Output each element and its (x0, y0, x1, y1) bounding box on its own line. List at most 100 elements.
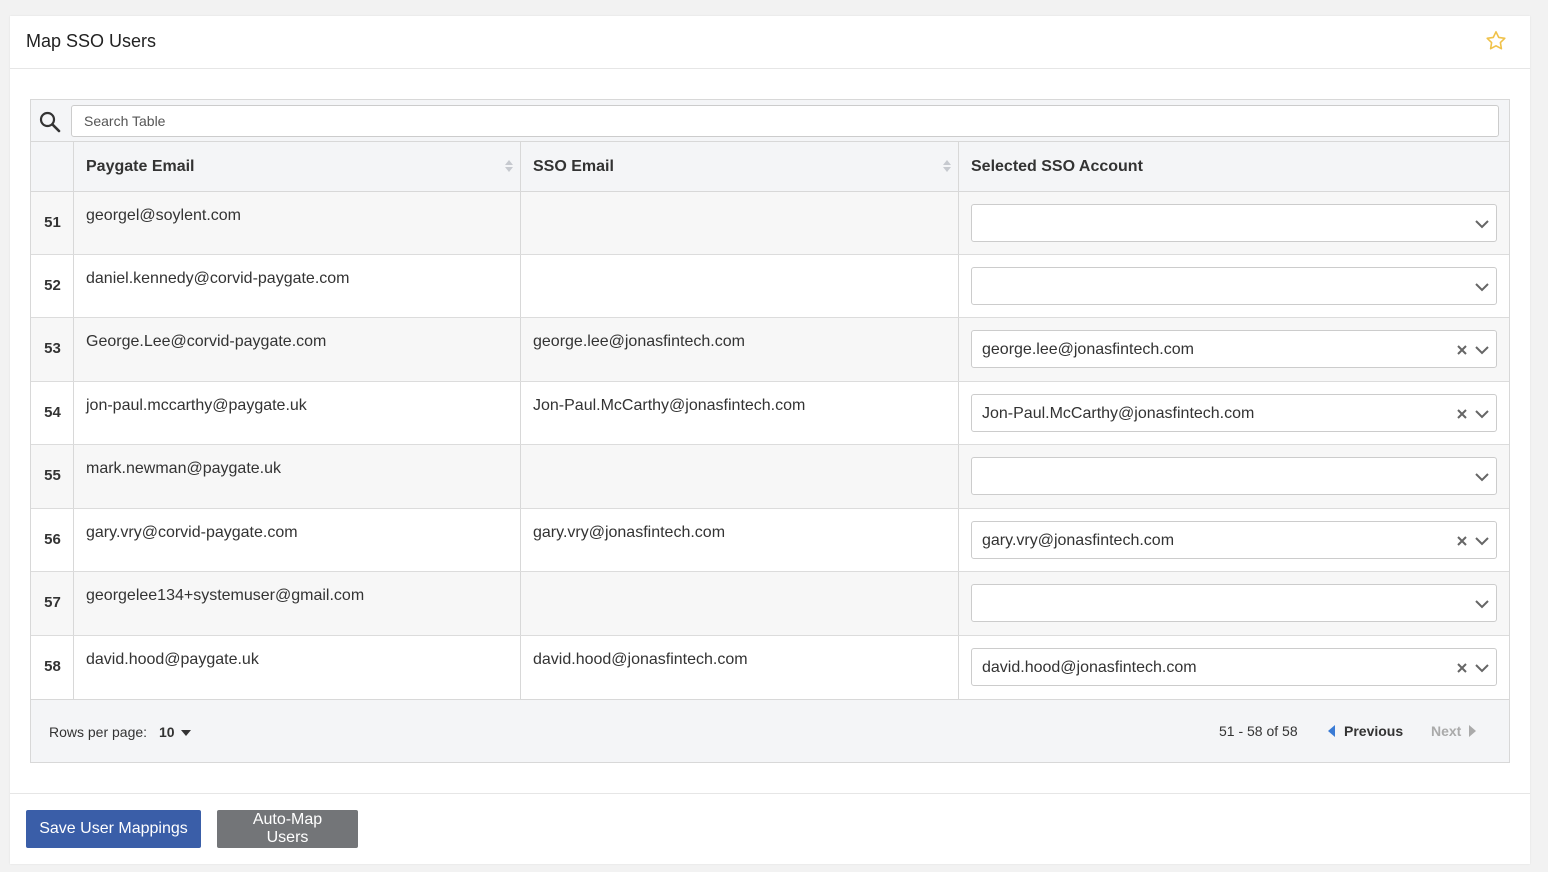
paygate-email-cell: georgel@soylent.com (74, 192, 521, 254)
paygate-email-cell: daniel.kennedy@corvid-paygate.com (74, 255, 521, 317)
column-header-paygate-email[interactable]: Paygate Email (74, 142, 521, 191)
table-row: 56 gary.vry@corvid-paygate.com gary.vry@… (31, 509, 1509, 572)
row-index-cell: 54 (31, 382, 74, 444)
selected-sso-cell: david.hood@jonasfintech.com (959, 636, 1509, 699)
table-pagination: Rows per page: 10 51 - 58 of 58 Previous… (31, 699, 1509, 762)
sort-icon[interactable] (942, 159, 952, 173)
row-index-header (31, 142, 74, 191)
clear-icon[interactable] (1456, 408, 1468, 420)
select-value: Jon-Paul.McCarthy@jonasfintech.com (982, 405, 1255, 422)
clear-icon[interactable] (1456, 535, 1468, 547)
row-index-cell: 55 (31, 445, 74, 508)
star-icon[interactable] (1484, 29, 1508, 53)
select-value: gary.vry@jonasfintech.com (982, 532, 1175, 549)
row-index-cell: 51 (31, 192, 74, 254)
sso-email-cell (521, 572, 959, 635)
sso-account-select[interactable] (971, 267, 1497, 305)
chevron-down-icon[interactable] (1474, 343, 1490, 357)
chevron-down-icon[interactable] (1474, 597, 1490, 611)
row-index: 51 (44, 214, 61, 231)
selected-sso-cell: gary.vry@jonasfintech.com (959, 509, 1509, 571)
row-index-cell: 52 (31, 255, 74, 317)
row-index-cell: 58 (31, 636, 74, 699)
row-index-cell: 57 (31, 572, 74, 635)
row-index: 58 (44, 658, 61, 675)
table-body: 51 georgel@soylent.com 52 daniel.kennedy… (31, 192, 1509, 699)
sso-account-select[interactable]: george.lee@jonasfintech.com (971, 330, 1497, 368)
sso-account-select[interactable]: Jon-Paul.McCarthy@jonasfintech.com (971, 394, 1497, 432)
table-row: 58 david.hood@paygate.uk david.hood@jona… (31, 636, 1509, 699)
panel-footer: Save User Mappings Auto-Map Users (10, 793, 1530, 864)
table-search-bar (31, 100, 1509, 142)
sso-account-select[interactable]: david.hood@jonasfintech.com (971, 648, 1497, 686)
select-value: david.hood@jonasfintech.com (982, 659, 1197, 676)
caret-right-icon (1469, 725, 1476, 737)
paygate-email-cell: georgelee134+systemuser@gmail.com (74, 572, 521, 635)
chevron-down-icon[interactable] (1474, 534, 1490, 548)
column-header-label: Paygate Email (86, 158, 195, 175)
paygate-email-cell: david.hood@paygate.uk (74, 636, 521, 699)
sso-account-select[interactable] (971, 457, 1497, 495)
rows-per-page-select[interactable]: 10 (159, 724, 175, 740)
chevron-down-icon[interactable] (1474, 661, 1490, 675)
table-row: 55 mark.newman@paygate.uk (31, 445, 1509, 509)
row-index: 52 (44, 277, 61, 294)
selected-sso-cell (959, 255, 1509, 317)
sso-account-select[interactable]: gary.vry@jonasfintech.com (971, 521, 1497, 559)
row-index-cell: 56 (31, 509, 74, 571)
column-header-sso-email[interactable]: SSO Email (521, 142, 959, 191)
page-title: Map SSO Users (26, 31, 157, 51)
sso-account-select[interactable] (971, 204, 1497, 242)
table-header: Paygate Email SSO Email Selected SSO Acc… (31, 142, 1509, 192)
paygate-email-cell: gary.vry@corvid-paygate.com (74, 509, 521, 571)
chevron-down-icon[interactable] (1474, 280, 1490, 294)
selected-sso-cell (959, 445, 1509, 508)
paygate-email-cell: George.Lee@corvid-paygate.com (74, 318, 521, 381)
user-mapping-table: Paygate Email SSO Email Selected SSO Acc… (30, 99, 1510, 763)
table-row: 52 daniel.kennedy@corvid-paygate.com (31, 255, 1509, 318)
chevron-down-icon[interactable] (1474, 470, 1490, 484)
sso-email-cell (521, 192, 959, 254)
pagination-range: 51 - 58 of 58 (1219, 723, 1298, 739)
map-sso-users-panel: Map SSO Users Paygate Email SSO Email (10, 16, 1530, 864)
select-value: george.lee@jonasfintech.com (982, 341, 1194, 358)
column-header-selected-sso-account: Selected SSO Account (971, 158, 1143, 175)
selected-sso-cell (959, 192, 1509, 254)
previous-label: Previous (1344, 723, 1404, 739)
row-index: 56 (44, 531, 61, 548)
sso-account-select[interactable] (971, 584, 1497, 622)
chevron-down-icon[interactable] (1474, 407, 1490, 421)
caret-left-icon (1328, 725, 1335, 737)
selected-sso-cell: george.lee@jonasfintech.com (959, 318, 1509, 381)
paygate-email-cell: jon-paul.mccarthy@paygate.uk (74, 382, 521, 444)
save-user-mappings-button[interactable]: Save User Mappings (26, 810, 201, 848)
sort-icon[interactable] (504, 159, 514, 173)
selected-sso-cell (959, 572, 1509, 635)
search-input[interactable] (71, 105, 1499, 137)
next-label: Next (1431, 723, 1462, 739)
row-index: 53 (44, 340, 61, 357)
clear-icon[interactable] (1456, 662, 1468, 674)
clear-icon[interactable] (1456, 344, 1468, 356)
table-row: 54 jon-paul.mccarthy@paygate.uk Jon-Paul… (31, 382, 1509, 445)
table-row: 57 georgelee134+systemuser@gmail.com (31, 572, 1509, 636)
search-icon (39, 111, 61, 133)
selected-sso-cell: Jon-Paul.McCarthy@jonasfintech.com (959, 382, 1509, 444)
column-header-label: SSO Email (533, 158, 614, 175)
sso-email-cell: george.lee@jonasfintech.com (521, 318, 959, 381)
row-index: 57 (44, 594, 61, 611)
row-index: 54 (44, 404, 61, 421)
panel-header: Map SSO Users (10, 16, 1530, 69)
sso-email-cell (521, 445, 959, 508)
chevron-down-icon[interactable] (1474, 217, 1490, 231)
row-index-cell: 53 (31, 318, 74, 381)
table-row: 51 georgel@soylent.com (31, 192, 1509, 255)
paygate-email-cell: mark.newman@paygate.uk (74, 445, 521, 508)
sso-email-cell: david.hood@jonasfintech.com (521, 636, 959, 699)
row-index: 55 (44, 467, 61, 484)
table-row: 53 George.Lee@corvid-paygate.com george.… (31, 318, 1509, 382)
sso-email-cell (521, 255, 959, 317)
auto-map-users-button[interactable]: Auto-Map Users (217, 810, 358, 848)
caret-down-icon[interactable] (181, 730, 191, 736)
sso-email-cell: gary.vry@jonasfintech.com (521, 509, 959, 571)
